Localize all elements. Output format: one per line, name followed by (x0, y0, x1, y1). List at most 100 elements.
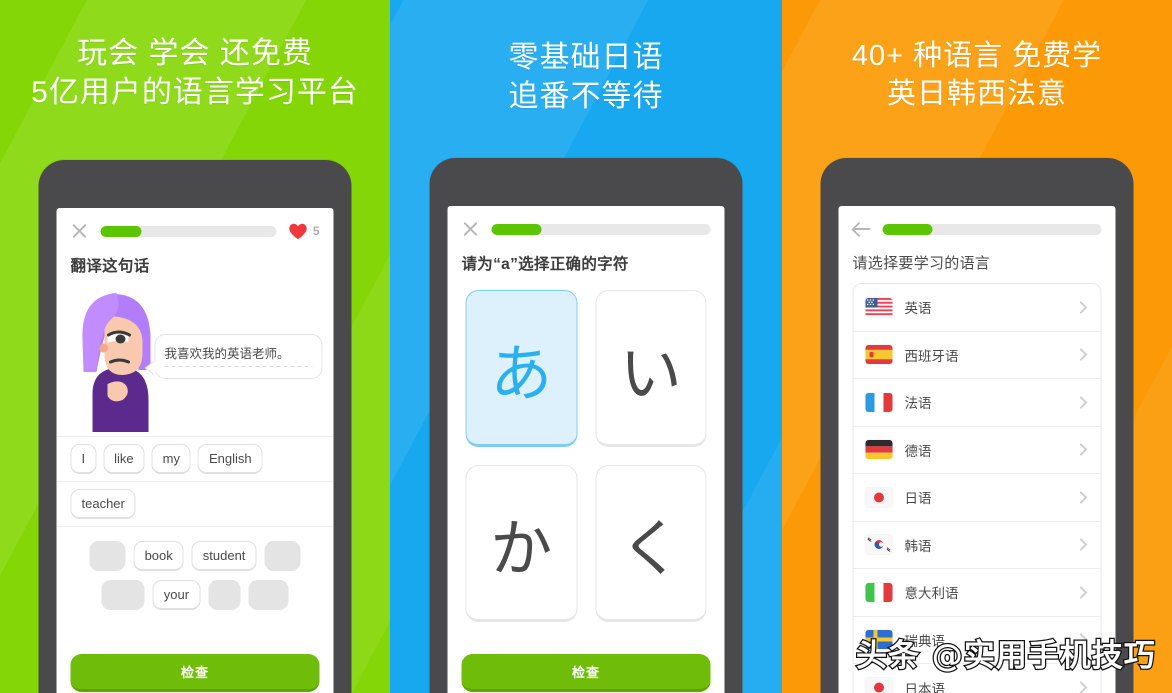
flag-kr-icon (865, 535, 893, 555)
lesson-progress-fill (491, 223, 542, 235)
lesson-topbar: 5 (57, 208, 334, 250)
word-bank-slot-empty[interactable] (264, 541, 301, 571)
list-item[interactable]: 英语 (853, 284, 1101, 332)
hearts-indicator[interactable]: 5 (289, 223, 320, 240)
answer-row[interactable]: I like my English (56, 436, 334, 481)
lesson-progress-fill (882, 223, 933, 235)
chevron-right-icon (1074, 300, 1088, 314)
flag-it-icon (865, 582, 893, 602)
word-bank-row: book student (71, 541, 320, 571)
flag-de-icon (865, 440, 893, 460)
flag-jp-icon (865, 678, 893, 693)
chevron-right-icon (1074, 443, 1088, 457)
language-name: 法语 (904, 396, 932, 412)
character-illustration-area: 我喜欢我的英语老师。 (57, 282, 334, 434)
lesson-topbar (839, 206, 1116, 248)
word-bank: book student your (56, 526, 334, 625)
flag-fr-icon (865, 392, 893, 412)
panel-3-headline: 40+ 种语言 免费学 英日韩西法意 (782, 0, 1172, 113)
list-item[interactable]: 日语 (853, 474, 1101, 522)
kana-tile[interactable]: く (595, 465, 707, 622)
word-bank-slot-empty[interactable] (89, 541, 126, 571)
list-item[interactable]: 韩语 (853, 522, 1101, 569)
watermark-overlay: 头条 @实用手机技巧 (855, 637, 1156, 676)
speech-bubble-text: 我喜欢我的英语老师。 (164, 347, 290, 361)
promo-panel-2: 零基础日语 追番不等待 请为“a”选择正确的字符 あ い か く 检查 (390, 0, 782, 693)
lesson-progress-bar (882, 223, 1102, 235)
chevron-right-icon (1074, 681, 1088, 693)
check-button[interactable]: 检查 (70, 654, 320, 692)
headline-line-1: 零基础日语 (508, 41, 664, 74)
answer-tile[interactable]: teacher (70, 489, 136, 519)
answer-row[interactable]: teacher (56, 481, 334, 526)
list-item[interactable]: 法语 (853, 379, 1101, 427)
check-button[interactable]: 检查 (461, 654, 711, 692)
headline-line-1: 玩会 学会 还免费 (77, 37, 313, 70)
promo-panel-1: 玩会 学会 还免费 5亿用户的语言学习平台 5 翻译这句话 我喜欢我的英语老师。… (0, 0, 390, 693)
back-arrow-icon[interactable] (853, 220, 871, 238)
lesson-progress-bar (100, 225, 277, 237)
heart-icon (289, 223, 308, 240)
language-name: 日语 (904, 491, 932, 507)
hearts-count: 5 (312, 224, 320, 238)
app-screen-language-picker: 请选择要学习的语言 英语 西班牙语 法语 德语 日语 韩语 意大利语 瑞典语 日… (838, 206, 1116, 693)
speech-bubble-underline (164, 365, 313, 368)
word-bank-row: your (71, 580, 320, 610)
lesson-progress-bar (491, 223, 711, 235)
phone-mockup-1: 5 翻译这句话 我喜欢我的英语老师。 I like my English tea… (38, 160, 352, 693)
word-bank-tile[interactable]: student (191, 541, 257, 571)
phone-mockup-2: 请为“a”选择正确的字符 あ い か く 检查 (429, 158, 743, 693)
lesson-progress-fill (100, 225, 142, 237)
word-bank-tile[interactable]: your (152, 580, 201, 610)
flag-jp-icon (865, 487, 893, 507)
chevron-right-icon (1074, 538, 1088, 552)
promo-screenshot-stage: 玩会 学会 还免费 5亿用户的语言学习平台 5 翻译这句话 我喜欢我的英语老师。… (0, 0, 1172, 693)
language-name: 英语 (904, 301, 932, 317)
chevron-right-icon (1074, 348, 1088, 362)
word-bank-slot-empty[interactable] (208, 580, 241, 610)
headline-line-2: 追番不等待 (508, 80, 664, 113)
language-name: 意大利语 (904, 586, 959, 602)
answer-tile[interactable]: I (70, 444, 97, 474)
word-bank-tile[interactable]: book (133, 541, 184, 571)
list-item[interactable]: 德语 (853, 427, 1101, 474)
speech-bubble-tail (146, 361, 156, 375)
headline-line-2: 5亿用户的语言学习平台 (31, 76, 359, 109)
speech-bubble: 我喜欢我的英语老师。 (146, 334, 323, 379)
close-icon[interactable] (462, 220, 480, 238)
answer-tile[interactable]: English (197, 444, 263, 474)
word-bank-slot-empty[interactable] (248, 580, 289, 610)
headline-line-1: 40+ 种语言 免费学 (851, 40, 1103, 72)
headline-line-2: 英日韩西法意 (886, 77, 1067, 110)
language-name: 德语 (904, 443, 932, 459)
lesson-prompt: 翻译这句话 (70, 258, 150, 275)
list-item[interactable]: 意大利语 (853, 569, 1101, 617)
close-icon[interactable] (71, 222, 89, 240)
chevron-right-icon (1074, 395, 1088, 409)
answer-area: I like my English teacher (56, 436, 334, 526)
kana-tile[interactable]: い (595, 290, 707, 447)
kana-choice-grid: あ い か く (448, 274, 725, 622)
word-bank-slot-empty[interactable] (101, 580, 145, 610)
flag-es-icon (865, 345, 893, 365)
language-name: 西班牙语 (904, 348, 959, 364)
answer-tile[interactable]: my (151, 444, 191, 474)
phone-mockup-3: 请选择要学习的语言 英语 西班牙语 法语 德语 日语 韩语 意大利语 瑞典语 日… (820, 158, 1134, 693)
language-name: 韩语 (904, 538, 932, 554)
app-screen-translate: 5 翻译这句话 我喜欢我的英语老师。 I like my English tea… (56, 208, 334, 693)
kana-tile-selected[interactable]: あ (465, 290, 577, 447)
lesson-topbar (448, 206, 725, 248)
panel-2-headline: 零基础日语 追番不等待 (390, 0, 782, 116)
app-screen-kana-select: 请为“a”选择正确的字符 あ い か く 检查 (447, 206, 725, 693)
chevron-right-icon (1074, 490, 1088, 504)
lesson-prompt: 请选择要学习的语言 (852, 255, 991, 272)
answer-tile[interactable]: like (103, 444, 145, 474)
language-name: 日本语 (904, 681, 946, 693)
flag-us-icon (865, 297, 893, 317)
list-item[interactable]: 西班牙语 (853, 332, 1101, 379)
kana-tile[interactable]: か (465, 465, 577, 622)
lesson-prompt: 请为“a”选择正确的字符 (461, 256, 629, 273)
panel-1-headline: 玩会 学会 还免费 5亿用户的语言学习平台 (0, 0, 390, 112)
promo-panel-3: 40+ 种语言 免费学 英日韩西法意 请选择要学习的语言 英语 西班牙语 法语 … (782, 0, 1172, 693)
chevron-right-icon (1074, 585, 1088, 599)
